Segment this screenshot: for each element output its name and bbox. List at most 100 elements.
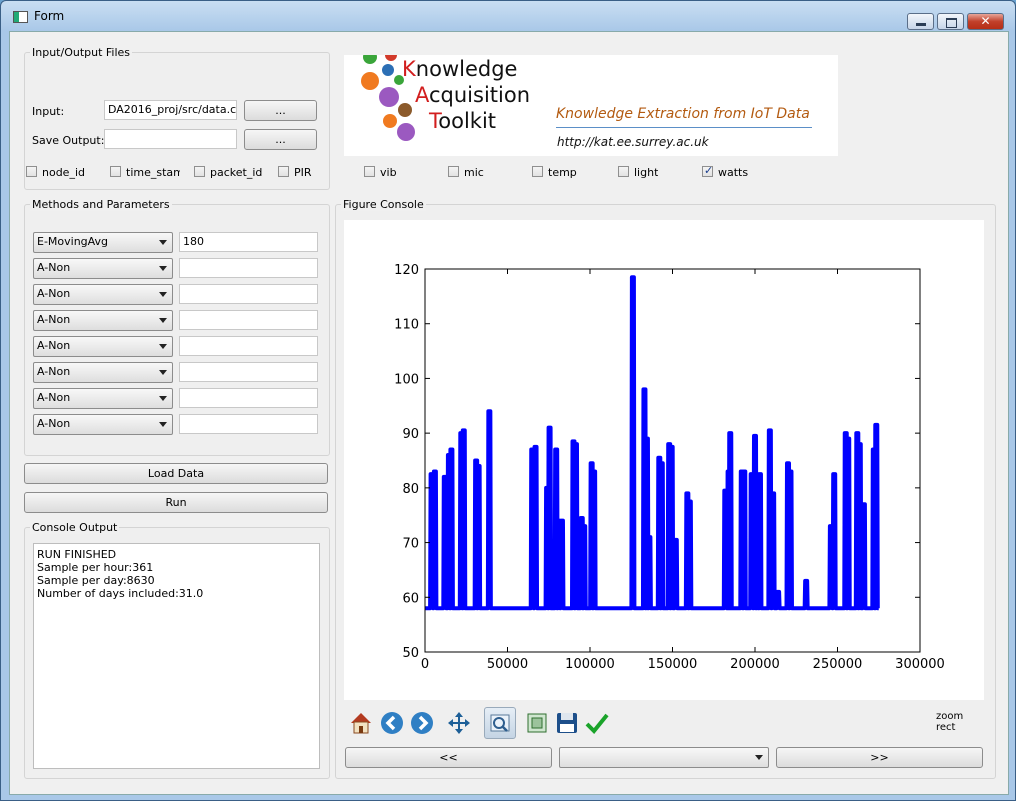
input-browse-button[interactable]: ... xyxy=(244,100,317,121)
methods-group-label: Methods and Parameters xyxy=(30,198,172,211)
console-output[interactable]: RUN FINISHED Sample per hour:361 Sample … xyxy=(33,543,320,769)
method-select[interactable]: A-Non xyxy=(33,388,173,409)
chevron-down-icon xyxy=(159,318,167,323)
method-select-value: A-Non xyxy=(37,261,71,274)
x-tick-label: 50000 xyxy=(487,657,528,672)
method-select-value: A-Non xyxy=(37,417,71,430)
method-select[interactable]: A-Non xyxy=(33,414,173,435)
console-line: Number of days included:31.0 xyxy=(37,587,204,600)
method-select[interactable]: A-Non xyxy=(33,258,173,279)
checkbox-time-stamp[interactable] xyxy=(110,166,121,177)
checkbox-label: watts xyxy=(718,166,749,179)
checkbox-label: node_id xyxy=(42,166,85,179)
method-select-value: A-Non xyxy=(37,391,71,404)
logo-word-knowledge: nowledge xyxy=(415,57,518,81)
title-bar[interactable]: Form ✕ xyxy=(1,1,1015,31)
checkbox-label: time_stamp xyxy=(126,166,180,179)
console-line: RUN FINISHED xyxy=(37,548,117,561)
subplots-icon[interactable] xyxy=(524,710,550,736)
method-param-field[interactable] xyxy=(179,414,318,434)
prev-figure-button[interactable]: << xyxy=(345,747,552,768)
figure-select[interactable] xyxy=(559,747,769,768)
figure-group-label: Figure Console xyxy=(341,198,426,211)
next-figure-button[interactable]: >> xyxy=(776,747,983,768)
input-file-field[interactable]: DA2016_proj/src/data.csv xyxy=(104,100,237,120)
method-param-field[interactable] xyxy=(179,336,318,356)
method-select[interactable]: A-Non xyxy=(33,284,173,305)
check-icon[interactable] xyxy=(584,710,610,736)
figure-canvas[interactable]: 0 50000 100000 150000 200000 250000 300000 50 60… xyxy=(344,220,984,700)
method-param-field[interactable] xyxy=(179,258,318,278)
save-icon[interactable] xyxy=(554,710,580,736)
y-tick-label: 50 xyxy=(402,646,419,661)
method-select[interactable]: A-Non xyxy=(33,336,173,357)
method-select-value: A-Non xyxy=(37,313,71,326)
checkbox-label: light xyxy=(634,166,659,179)
minimize-icon xyxy=(916,23,926,26)
zoom-button-active[interactable] xyxy=(484,707,516,739)
y-tick-label: 60 xyxy=(402,591,419,606)
method-select[interactable]: A-Non xyxy=(33,310,173,331)
method-select[interactable]: A-Non xyxy=(33,362,173,383)
method-select-value: E-MovingAvg xyxy=(37,235,109,248)
input-label: Input: xyxy=(32,105,65,118)
method-select-value: A-Non xyxy=(37,287,71,300)
chevron-down-icon xyxy=(159,422,167,427)
y-tick-label: 110 xyxy=(394,318,419,333)
method-param-field[interactable] xyxy=(179,362,318,382)
checkbox-vib[interactable] xyxy=(364,166,375,177)
x-tick-label: 0 xyxy=(421,657,429,672)
client-area: Input/Output Files Input: DA2016_proj/sr… xyxy=(9,31,1009,795)
save-browse-button[interactable]: ... xyxy=(244,129,317,150)
checkbox-label: temp xyxy=(548,166,577,179)
run-button[interactable]: Run xyxy=(24,492,328,513)
maximize-button[interactable] xyxy=(937,13,964,30)
console-line: Sample per day:8630 xyxy=(37,574,155,587)
logo-word-acquisition: cquisition xyxy=(429,83,531,107)
x-tick-label: 300000 xyxy=(895,657,945,672)
checkbox-light[interactable] xyxy=(618,166,629,177)
load-data-button[interactable]: Load Data xyxy=(24,463,328,484)
checkbox-packet-id[interactable] xyxy=(194,166,205,177)
logo-letter-t: T xyxy=(429,109,439,133)
checkbox-temp[interactable] xyxy=(532,166,543,177)
method-param-field[interactable] xyxy=(179,388,318,408)
chevron-down-icon xyxy=(159,396,167,401)
close-button[interactable]: ✕ xyxy=(967,13,1004,30)
chevron-down-icon xyxy=(159,344,167,349)
y-tick-label: 120 xyxy=(394,263,419,278)
checkbox-mic[interactable] xyxy=(448,166,459,177)
y-tick-label: 100 xyxy=(394,372,419,387)
logo-letter-a: A xyxy=(415,83,429,107)
data-series-line xyxy=(425,275,880,611)
checkbox-node-id[interactable] xyxy=(26,166,37,177)
logo-divider xyxy=(556,127,812,128)
chevron-down-icon xyxy=(755,755,763,760)
save-output-field[interactable] xyxy=(104,129,237,149)
pan-icon[interactable] xyxy=(446,710,472,736)
logo-tagline: Knowledge Extraction from IoT Data xyxy=(556,106,810,122)
x-tick-label: 250000 xyxy=(813,657,863,672)
method-select[interactable]: E-MovingAvg xyxy=(33,232,173,253)
home-icon[interactable] xyxy=(348,710,374,736)
y-tick-label: 90 xyxy=(402,427,419,442)
minimize-button[interactable] xyxy=(907,13,934,30)
checkbox-pir[interactable] xyxy=(278,166,289,177)
back-icon[interactable] xyxy=(379,710,405,736)
x-tick-label: 100000 xyxy=(565,657,615,672)
logo-word-toolkit: oolkit xyxy=(438,109,497,133)
line-chart: 0 50000 100000 150000 200000 250000 300000 50 60… xyxy=(394,263,945,672)
method-param-field[interactable]: 180 xyxy=(179,232,318,252)
logo-url: http://kat.ee.surrey.ac.uk xyxy=(557,135,709,149)
logo-letter-k: K xyxy=(402,57,416,81)
checkbox-watts[interactable] xyxy=(702,164,713,177)
forward-icon[interactable] xyxy=(409,710,435,736)
method-param-field[interactable] xyxy=(179,310,318,330)
checkbox-label: mic xyxy=(464,166,484,179)
method-param-field[interactable] xyxy=(179,284,318,304)
console-group-label: Console Output xyxy=(30,521,120,534)
y-tick-label: 70 xyxy=(402,537,419,552)
y-tick-label: 80 xyxy=(402,482,419,497)
kat-logo: Knowledge Acquisition Toolkit Knowledge … xyxy=(344,55,838,156)
method-select-value: A-Non xyxy=(37,365,71,378)
